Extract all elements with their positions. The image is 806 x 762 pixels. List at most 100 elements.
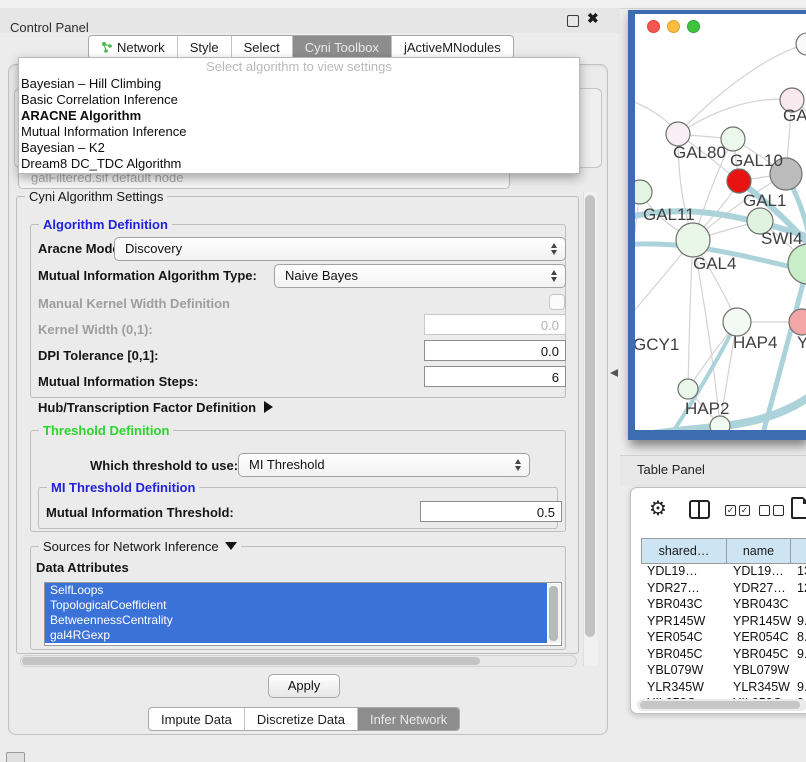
table-row[interactable]: YBR045CYBR045C9. xyxy=(641,647,806,664)
kernel-width-field[interactable]: 0.0 xyxy=(424,314,566,335)
network-node[interactable] xyxy=(678,379,698,399)
columns-icon[interactable] xyxy=(689,500,710,519)
aracne-mode-combo[interactable]: Discovery xyxy=(114,237,566,261)
tab-network[interactable]: Network xyxy=(89,36,177,58)
table-row[interactable]: YDL19…YDL19…13 xyxy=(641,564,806,581)
sources-title-text: Sources for Network Inference xyxy=(43,539,219,554)
table-row[interactable]: YLR345WYLR345W9. xyxy=(641,680,806,697)
network-node[interactable] xyxy=(676,223,710,257)
node-label: GAL80 xyxy=(673,143,726,162)
algorithm-option-basic-correlation-inference[interactable]: Basic Correlation Inference xyxy=(19,92,579,108)
tab-label: Select xyxy=(244,40,280,55)
settings-hscrollbar-thumb[interactable] xyxy=(22,657,480,665)
tab-label: Discretize Data xyxy=(257,712,345,727)
table-hscrollbar-thumb[interactable] xyxy=(640,701,800,709)
column-header-clipped[interactable] xyxy=(791,538,806,564)
tab-select[interactable]: Select xyxy=(231,36,292,58)
list-scrollbar-thumb[interactable] xyxy=(549,586,558,641)
select-all-checkboxes-icon[interactable]: ✓✓ xyxy=(725,505,753,523)
table-cell: YDL19… xyxy=(641,564,727,581)
table-row[interactable]: YDR27…YDR27…12 xyxy=(641,581,806,598)
table-cell: YLR345W xyxy=(727,680,791,697)
deselect-all-checkboxes-icon[interactable] xyxy=(759,505,787,523)
network-node[interactable] xyxy=(788,244,806,284)
window-close-icon[interactable] xyxy=(647,20,660,33)
tab-infer-network[interactable]: Infer Network xyxy=(357,708,459,730)
network-graph[interactable]: GALGAL80GAL10GAL1GAL11SWI4GAL4GCY1HAP4YH… xyxy=(635,14,806,430)
network-node[interactable] xyxy=(710,416,730,430)
table-cell: 13 xyxy=(791,564,806,581)
tab-style[interactable]: Style xyxy=(177,36,231,58)
network-node[interactable] xyxy=(635,180,652,204)
gear-icon[interactable]: ⚙ xyxy=(649,496,667,521)
table-cell: YER054C xyxy=(727,630,791,647)
mi-type-combo[interactable]: Naive Bayes xyxy=(274,264,566,288)
algorithm-option-bayesian-k2[interactable]: Bayesian – K2 xyxy=(19,140,579,156)
window-zoom-icon[interactable] xyxy=(687,20,700,33)
attribute-item-gal4rgexp[interactable]: gal4RGexp xyxy=(45,628,547,643)
control-panel-titlebar: Control Panel xyxy=(0,8,620,33)
table-cell: YDR27… xyxy=(727,581,791,598)
data-attributes-list[interactable]: SelfLoopsTopologicalCoefficientBetweenne… xyxy=(44,582,562,646)
algorithm-option-bayesian-hill-climbing[interactable]: Bayesian – Hill Climbing xyxy=(19,76,579,92)
table-cell: YDL19… xyxy=(727,564,791,581)
table-cell: 9. xyxy=(791,614,806,631)
column-header-shared[interactable]: shared… xyxy=(641,538,727,564)
node-label: GAL10 xyxy=(730,151,783,170)
table-row[interactable]: YBR043CYBR043C xyxy=(641,597,806,614)
tab-impute-data[interactable]: Impute Data xyxy=(149,708,244,730)
manual-kernel-checkbox[interactable] xyxy=(549,294,565,310)
attribute-item-selfloops[interactable]: SelfLoops xyxy=(45,583,547,598)
cyni-settings-title: Cyni Algorithm Settings xyxy=(25,189,167,204)
window-minimize-icon[interactable] xyxy=(667,20,680,33)
tab-label: Cyni Toolbox xyxy=(305,40,379,55)
attribute-item-betweennesscentrality[interactable]: BetweennessCentrality xyxy=(45,613,547,628)
table-cell: YPR145W xyxy=(727,614,791,631)
network-node[interactable] xyxy=(796,33,806,55)
tab-cyni-toolbox[interactable]: Cyni Toolbox xyxy=(292,36,391,58)
list-scrollbar-track[interactable] xyxy=(548,584,560,643)
hub-definition-toggle[interactable]: Hub/Transcription Factor Definition xyxy=(38,400,273,415)
which-threshold-value: MI Threshold xyxy=(249,457,325,472)
tab-jactivemnodules[interactable]: jActiveMNodules xyxy=(391,36,513,58)
table-row[interactable]: YBL079WYBL079W xyxy=(641,663,806,680)
table-cell: YBL079W xyxy=(727,663,791,680)
network-view-window[interactable]: GALGAL80GAL10GAL1GAL11SWI4GAL4GCY1HAP4YH… xyxy=(628,10,806,440)
node-label: HAP2 xyxy=(685,399,729,418)
control-panel-title: Control Panel xyxy=(10,20,89,35)
dpi-tolerance-field[interactable]: 0.0 xyxy=(424,340,566,361)
table-row[interactable]: YER054CYER054C8. xyxy=(641,630,806,647)
algorithm-option-dream8-dc-tdc-algorithm[interactable]: Dream8 DC_TDC Algorithm xyxy=(19,156,579,172)
threshold-definition-title: Threshold Definition xyxy=(39,423,173,438)
mi-steps-label: Mutual Information Steps: xyxy=(38,374,198,389)
network-node[interactable] xyxy=(723,308,751,336)
float-panel-icon[interactable] xyxy=(567,15,579,27)
table-cell xyxy=(791,663,806,680)
tab-discretize-data[interactable]: Discretize Data xyxy=(244,708,357,730)
algorithm-option-mutual-information-inference[interactable]: Mutual Information Inference xyxy=(19,124,579,140)
mi-steps-field[interactable]: 6 xyxy=(424,366,566,387)
sources-group-title[interactable]: Sources for Network Inference xyxy=(39,539,241,554)
mi-threshold-field[interactable]: 0.5 xyxy=(420,501,562,522)
node-label: Y xyxy=(797,333,806,352)
collapse-panel-button[interactable] xyxy=(6,752,25,762)
which-threshold-combo[interactable]: MI Threshold xyxy=(238,453,530,477)
table-cell: YPR145W xyxy=(641,614,727,631)
settings-scrollbar-thumb[interactable] xyxy=(585,195,595,637)
which-threshold-label: Which threshold to use: xyxy=(90,458,238,473)
function-builder-icon[interactable] xyxy=(791,497,806,519)
tab-label: Infer Network xyxy=(370,712,447,727)
network-node[interactable] xyxy=(727,169,751,193)
table-cell: YBR043C xyxy=(727,597,791,614)
algorithm-option-aracne-algorithm[interactable]: ARACNE Algorithm xyxy=(19,108,579,124)
column-header-name[interactable]: name xyxy=(727,538,791,564)
data-attributes-label: Data Attributes xyxy=(36,560,129,575)
control-panel-tabs: NetworkStyle Select Cyni Toolbox jActiveMNo… xyxy=(88,35,514,59)
table-row[interactable]: YPR145WYPR145W9. xyxy=(641,614,806,631)
network-canvas[interactable]: GALGAL80GAL10GAL1GAL11SWI4GAL4GCY1HAP4YH… xyxy=(635,14,806,430)
cyni-bottom-tabs: Impute Data Discretize Data Infer Network xyxy=(148,707,460,731)
attribute-item-topologicalcoefficient[interactable]: TopologicalCoefficient xyxy=(45,598,547,613)
tab-label: Impute Data xyxy=(161,712,232,727)
close-panel-icon[interactable]: ✖ xyxy=(587,10,599,27)
apply-button[interactable]: Apply xyxy=(268,674,340,698)
